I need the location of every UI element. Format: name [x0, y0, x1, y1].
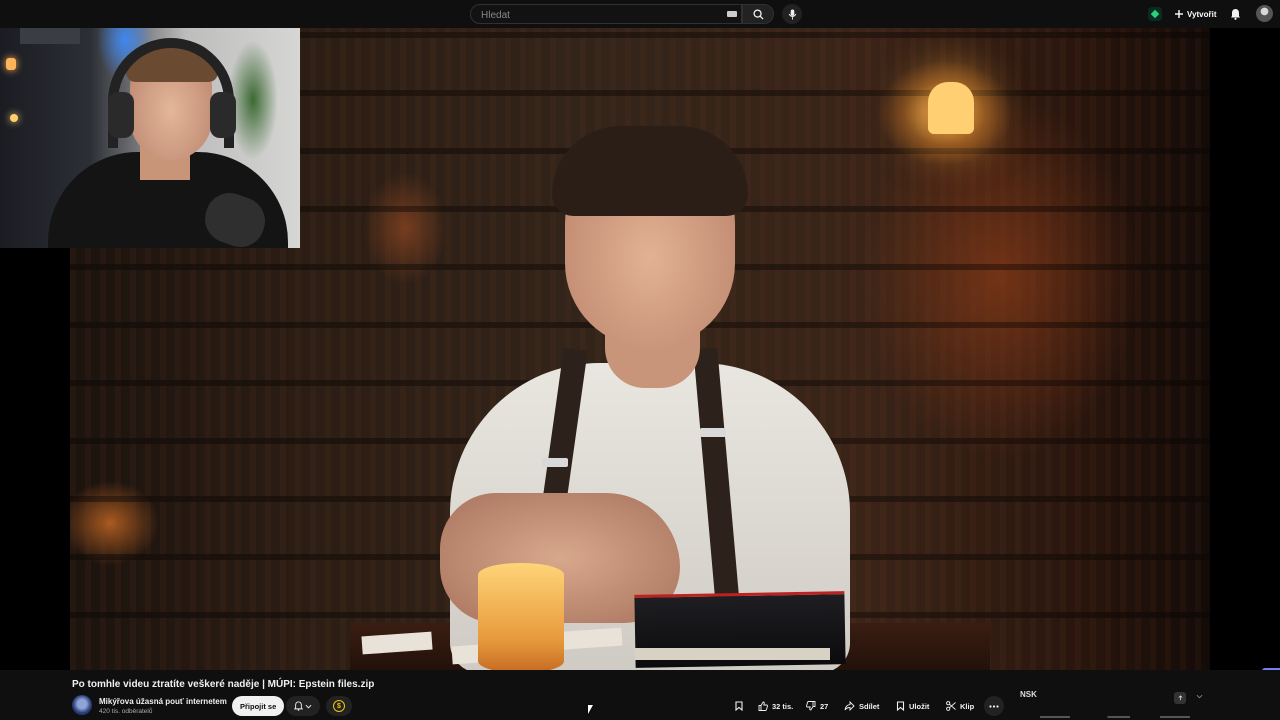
thanks-button[interactable]: $ [326, 696, 352, 716]
create-button[interactable]: Vytvořit [1170, 6, 1223, 22]
save-icon [896, 701, 905, 711]
presenter-hair [552, 126, 748, 216]
extension-icon[interactable] [1148, 7, 1162, 21]
candle [478, 563, 564, 670]
share-button[interactable]: Sdílet [838, 696, 885, 716]
more-icon [989, 704, 999, 708]
clip-button[interactable]: Klip [940, 696, 980, 716]
dislike-button[interactable]: 27 [800, 696, 834, 716]
top-bar: Vytvořit [0, 0, 1280, 28]
bookmark-icon [735, 701, 743, 711]
notifications-button[interactable] [1228, 7, 1242, 21]
clip-label: Klip [960, 701, 975, 711]
mouse-cursor [588, 705, 593, 714]
bell-icon [294, 701, 303, 711]
side-panel-share-button[interactable] [1174, 692, 1186, 704]
search-input[interactable] [479, 5, 723, 25]
thumbs-up-icon [758, 701, 768, 711]
scissors-icon [946, 701, 956, 711]
dislike-count: 27 [820, 701, 829, 711]
save-button[interactable]: Uložit [890, 696, 935, 716]
mic-icon [788, 9, 796, 19]
voice-search-button[interactable] [782, 4, 802, 24]
more-actions-button[interactable] [984, 696, 1004, 716]
headphone-ear [210, 92, 236, 138]
share-label: Sdílet [859, 701, 880, 711]
create-label: Vytvořit [1187, 9, 1217, 19]
chevron-down-icon [1196, 694, 1203, 699]
subscriber-count: 420 tis. odběratelů [99, 708, 153, 715]
card [361, 631, 433, 655]
webcam-light [10, 114, 18, 122]
join-button[interactable]: Připojit se [232, 696, 285, 716]
plus-icon [1175, 10, 1183, 18]
like-button[interactable]: 32 tis. [752, 696, 799, 716]
book-pages [635, 648, 830, 660]
webcam-lamp [6, 58, 16, 70]
video-info: Po tomhle videu ztratíte veškeré naděje … [0, 670, 1280, 720]
like-count: 32 tis. [772, 701, 794, 711]
headphone-ear [108, 92, 134, 138]
search-button[interactable] [742, 4, 774, 24]
keyboard-icon[interactable] [727, 11, 737, 17]
save-label: Uložit [909, 701, 930, 711]
channel-name[interactable]: Mikýřova úžasná pouť internetem [99, 697, 227, 706]
thumbs-down-icon [806, 701, 816, 711]
upload-icon [1177, 694, 1183, 700]
channel-avatar[interactable] [72, 695, 92, 715]
side-panel-logo: NSK [1020, 690, 1037, 699]
webcam-overlay [0, 0, 300, 248]
suspender-clip [542, 458, 568, 467]
suspender-clip [700, 428, 726, 437]
side-panel-chevron[interactable] [1196, 694, 1203, 699]
side-panel-preview [1040, 716, 1190, 718]
presenter [360, 98, 960, 670]
share-icon [844, 701, 855, 711]
account-avatar[interactable] [1256, 5, 1273, 22]
search-box[interactable] [470, 4, 742, 25]
dollar-icon: $ [333, 700, 345, 712]
subscription-bell-button[interactable] [286, 696, 320, 716]
search-icon [752, 8, 764, 20]
chevron-down-icon [305, 704, 312, 708]
bookmark-button[interactable] [730, 696, 748, 716]
video-title: Po tomhle videu ztratíte veškeré naděje … [72, 679, 375, 690]
bell-icon [1230, 9, 1240, 20]
